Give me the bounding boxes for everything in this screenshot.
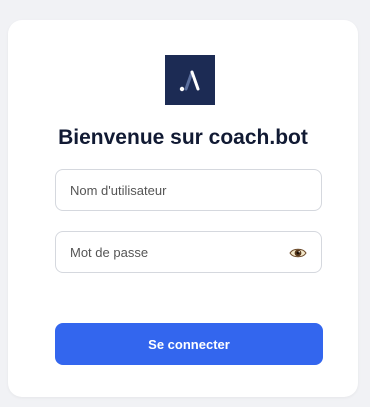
username-field-wrapper bbox=[55, 169, 322, 211]
password-field-wrapper bbox=[55, 231, 322, 273]
page-title: Bienvenue sur coach.bot bbox=[58, 126, 308, 149]
eye-icon[interactable] bbox=[289, 244, 307, 262]
login-button[interactable]: Se connecter bbox=[55, 323, 323, 365]
coach-bot-logo-icon bbox=[165, 55, 215, 105]
username-input[interactable] bbox=[56, 170, 280, 210]
password-input[interactable] bbox=[56, 232, 280, 272]
login-card: Bienvenue sur coach.bot Se connecter bbox=[8, 20, 358, 397]
